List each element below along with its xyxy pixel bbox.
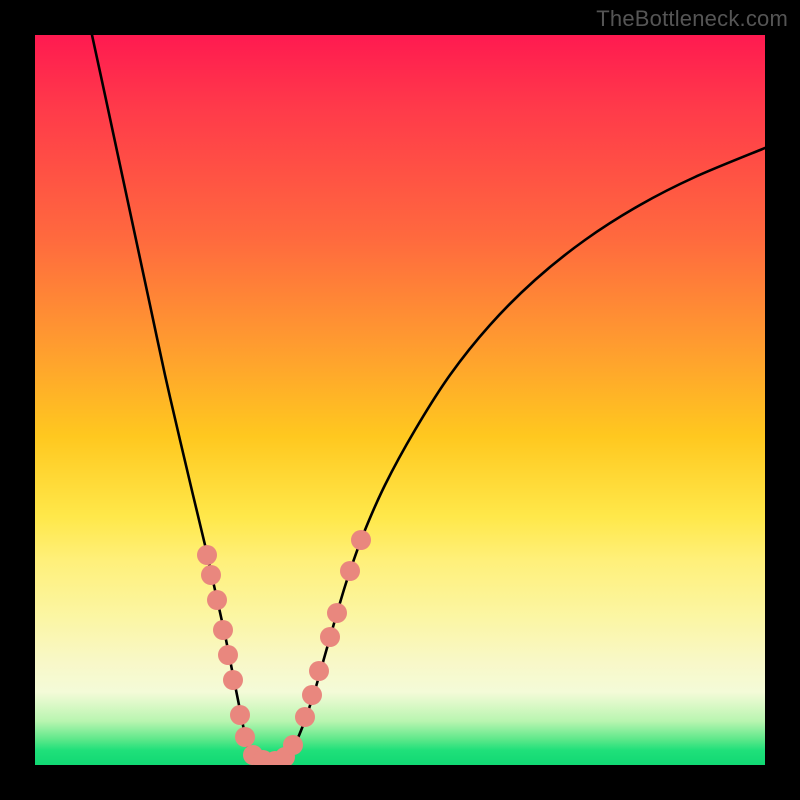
data-dot bbox=[197, 545, 217, 565]
chart-frame: TheBottleneck.com bbox=[0, 0, 800, 800]
plot-area bbox=[35, 35, 765, 765]
data-dot bbox=[283, 735, 303, 755]
data-dot bbox=[218, 645, 238, 665]
data-dot bbox=[302, 685, 322, 705]
data-dot bbox=[320, 627, 340, 647]
lines-layer bbox=[92, 35, 765, 761]
curve-right-curve bbox=[275, 148, 765, 761]
chart-svg bbox=[35, 35, 765, 765]
data-dot bbox=[201, 565, 221, 585]
data-dot bbox=[207, 590, 227, 610]
data-dot bbox=[230, 705, 250, 725]
data-dot bbox=[340, 561, 360, 581]
data-dot bbox=[223, 670, 243, 690]
data-dot bbox=[351, 530, 371, 550]
data-dot bbox=[213, 620, 233, 640]
data-dot bbox=[309, 661, 329, 681]
curve-left-curve bbox=[92, 35, 275, 761]
dots-layer bbox=[197, 530, 371, 765]
data-dot bbox=[295, 707, 315, 727]
watermark-text: TheBottleneck.com bbox=[596, 6, 788, 32]
data-dot bbox=[327, 603, 347, 623]
data-dot bbox=[235, 727, 255, 747]
